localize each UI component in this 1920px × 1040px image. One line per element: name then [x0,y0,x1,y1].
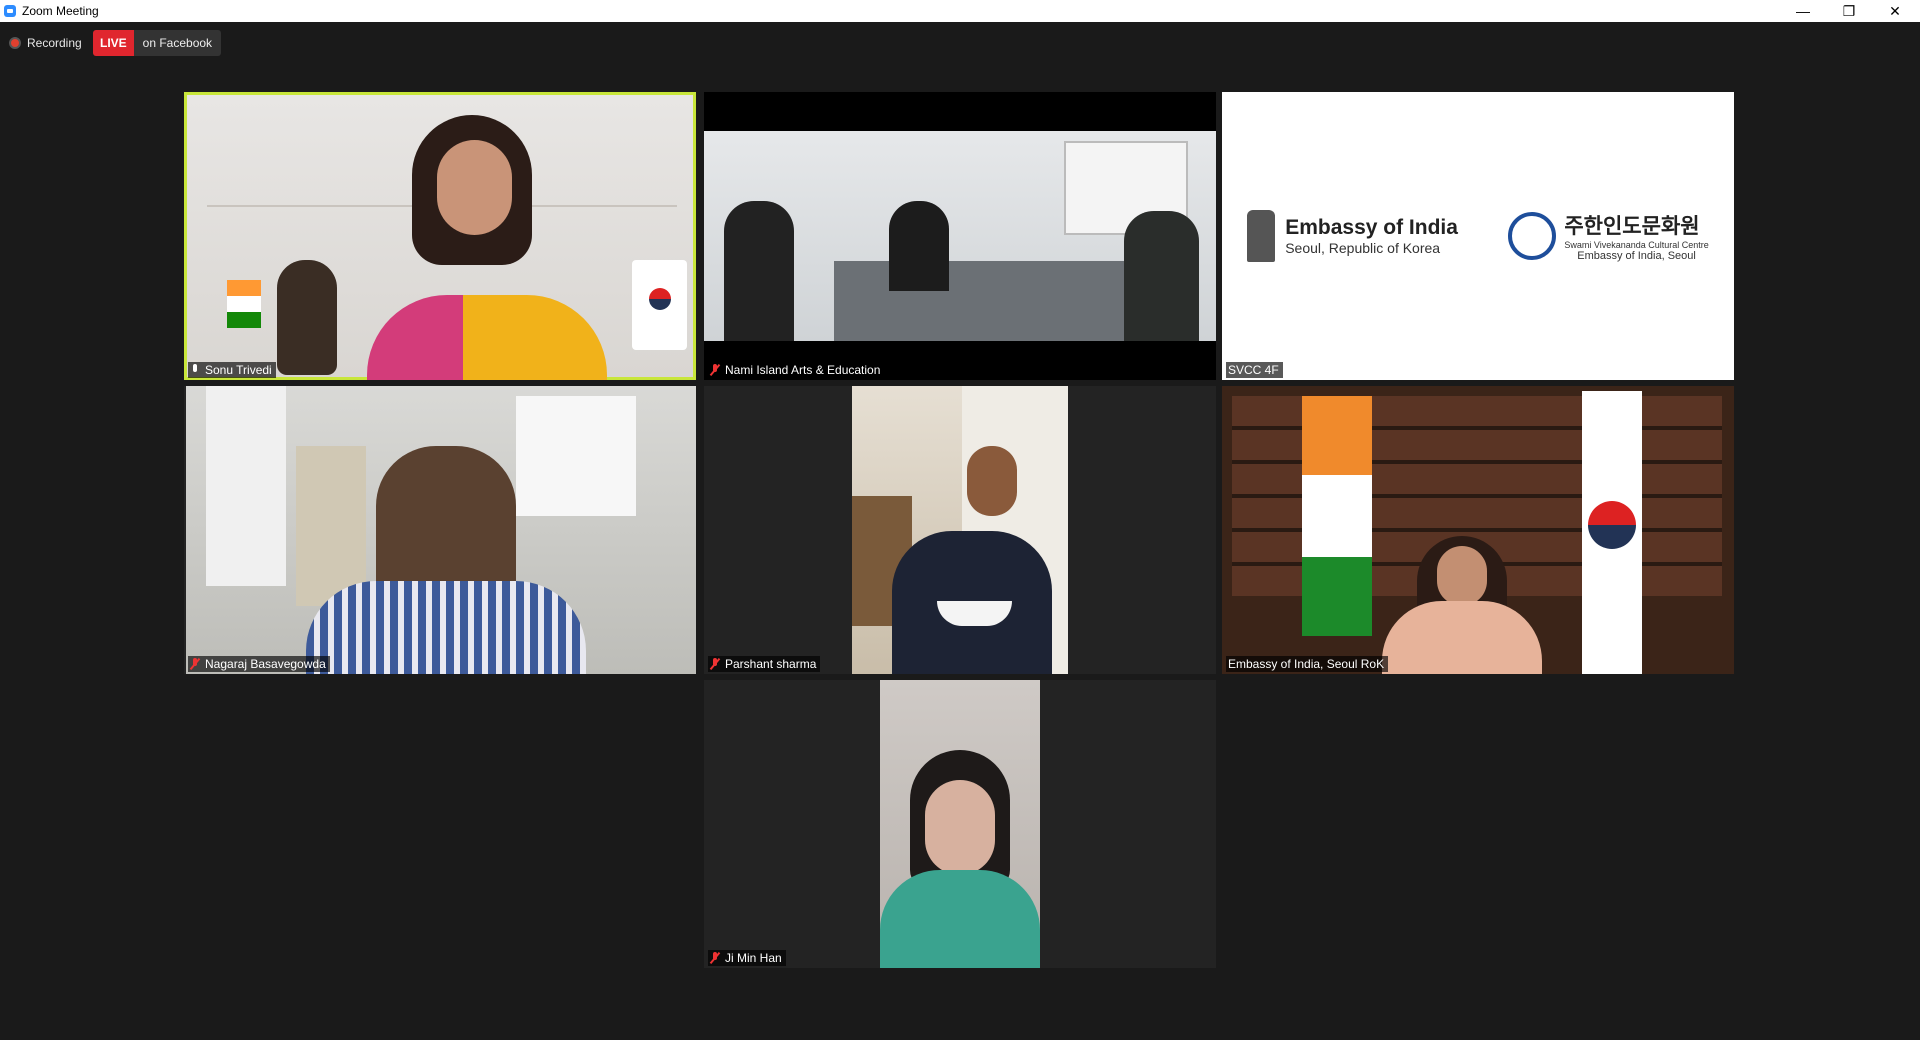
live-badge: LIVE [93,30,134,56]
svcc-korean-title: 주한인도문화원 [1564,215,1700,238]
participant-name-tag: Ji Min Han [708,950,786,966]
video-feed [1222,386,1734,674]
embassy-subtitle: Seoul, Republic of Korea [1285,240,1441,256]
recording-label: Recording [27,36,82,50]
video-feed [186,386,696,674]
participant-name: Parshant sharma [725,657,817,671]
svcc-subtitle: Swami Vivekananda Cultural Centre [1564,240,1709,250]
microphone-muted-icon [190,658,200,670]
video-tile-nagaraj[interactable]: Nagaraj Basavegowda [184,386,696,674]
participant-name: Nami Island Arts & Education [725,363,881,377]
video-feed [880,680,1040,968]
participant-name-tag: Embassy of India, Seoul RoK [1226,656,1389,672]
microphone-icon [190,364,200,376]
record-icon [9,37,21,49]
video-feed [187,95,693,380]
participant-name: Sonu Trivedi [205,363,272,377]
title-bar: Zoom Meeting — ❐ ✕ [0,0,1920,22]
svcc-logo-icon [1508,212,1557,260]
participant-name-tag: SVCC 4F [1226,362,1283,378]
video-tile-sonu-trivedi[interactable]: Sonu Trivedi [184,92,696,380]
zoom-app-icon [4,5,16,17]
restore-button[interactable]: ❐ [1826,0,1872,22]
emblem-of-india-icon [1247,210,1276,262]
participant-name-tag: Parshant sharma [708,656,821,672]
video-feed [852,386,1068,674]
participant-name-tag: Sonu Trivedi [188,362,276,378]
minimize-button[interactable]: — [1780,0,1826,22]
participant-name: Embassy of India, Seoul RoK [1228,657,1385,671]
video-feed [704,131,1216,341]
participant-name: Nagaraj Basavegowda [205,657,326,671]
video-tile-embassy[interactable]: Embassy of India, Seoul RoK [1222,386,1734,674]
recording-indicator[interactable]: Recording [9,30,82,56]
embassy-logo-banner: Embassy of India Seoul, Republic of Kore… [1222,92,1734,380]
video-tile-parshant[interactable]: Parshant sharma [704,386,1216,674]
live-platform-label: on Facebook [133,30,222,56]
close-button[interactable]: ✕ [1872,0,1918,22]
participant-name: Ji Min Han [725,951,782,965]
video-tile-nami-island[interactable]: Nami Island Arts & Education [704,92,1216,380]
live-stream-indicator[interactable]: LIVE on Facebook [93,30,222,56]
participant-name: SVCC 4F [1228,363,1279,377]
participant-name-tag: Nagaraj Basavegowda [188,656,330,672]
video-tile-ji-min-han[interactable]: Ji Min Han [704,680,1216,968]
embassy-title: Embassy of India [1285,216,1458,239]
microphone-muted-icon [710,658,720,670]
video-tile-svcc-4f[interactable]: Embassy of India Seoul, Republic of Kore… [1222,92,1734,380]
svcc-subtitle-2: Embassy of India, Seoul [1577,250,1696,262]
microphone-muted-icon [710,952,720,964]
microphone-muted-icon [710,364,720,376]
participant-name-tag: Nami Island Arts & Education [708,362,885,378]
window-title: Zoom Meeting [22,4,99,18]
